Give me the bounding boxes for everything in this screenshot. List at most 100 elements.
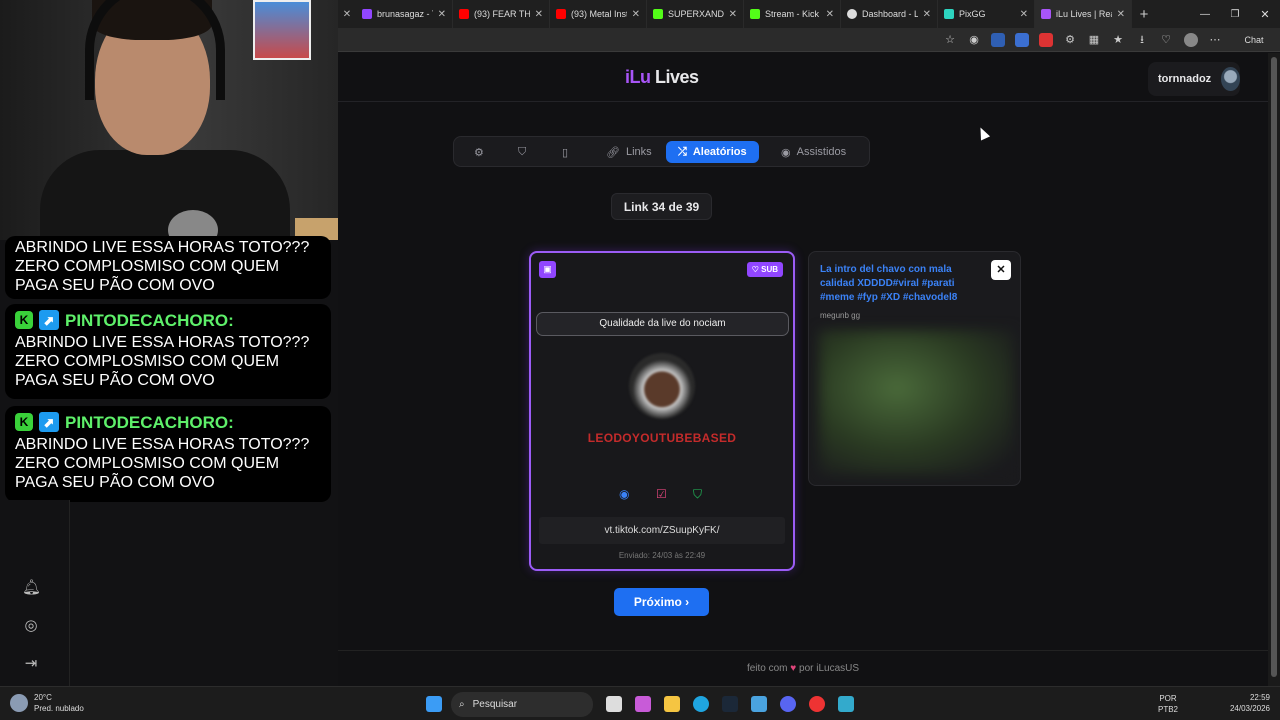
webcam-feed (0, 0, 338, 240)
browser-tab[interactable]: Dashboard - Liv✕ (841, 0, 938, 28)
close-icon[interactable]: ✕ (826, 9, 834, 20)
app-icon[interactable] (838, 696, 854, 712)
puzzle-icon[interactable]: ⚙ (1063, 33, 1077, 47)
browser-tab[interactable]: SUPERXANDAO✕ (647, 0, 744, 28)
rank-badge-icon: ⬈ (39, 310, 59, 330)
split-screen-icon[interactable]: ▦ (1087, 33, 1101, 47)
close-icon[interactable]: ✕ (535, 9, 543, 20)
check-square-icon[interactable]: ☑ (656, 487, 667, 501)
browser-tab[interactable]: (93) Metal Instru✕ (550, 0, 647, 28)
app-icon[interactable] (751, 696, 767, 712)
page-scrollbar[interactable] (1268, 53, 1280, 686)
browser-tab-active[interactable]: iLu Lives | React✕ (1035, 0, 1132, 28)
logout-icon[interactable]: ⇥ (22, 654, 40, 672)
star-icon[interactable]: ☆ (943, 33, 957, 47)
tab-settings[interactable]: ⚙ (462, 141, 496, 163)
tab-close-icon[interactable]: ✕ (338, 9, 356, 20)
tab-favicon-icon (847, 9, 857, 19)
browser-tab-strip: ✕ brunasagaz - Tw✕ (93) FEAR THE C✕ (93)… (338, 0, 1280, 28)
profile-avatar[interactable] (1184, 33, 1198, 47)
tab-links[interactable]: 🔗︎ Links (594, 141, 664, 163)
tab-saved[interactable]: ▯ (550, 141, 580, 163)
preview-thumbnail[interactable] (819, 330, 1014, 475)
close-icon[interactable]: ✕ (632, 9, 640, 20)
task-view-icon[interactable] (606, 696, 622, 712)
eye-icon[interactable]: ◉ (619, 487, 629, 501)
weather-widget[interactable]: 20°C Pred. nublado (10, 692, 84, 714)
avatar (629, 353, 695, 419)
window-close-icon[interactable]: ✕ (1250, 8, 1280, 21)
help-icon[interactable]: ◎ (22, 616, 40, 634)
bell-icon[interactable]: 🔔︎ (22, 578, 41, 596)
shuffle-icon: ⤮ (678, 145, 687, 158)
browser-tab[interactable]: (93) FEAR THE C✕ (453, 0, 550, 28)
search-icon: ⌕ (459, 699, 465, 710)
page-footer: feito com ♥ por iLucasUS (338, 650, 1268, 686)
favorites-icon[interactable]: ★ (1111, 33, 1125, 47)
weather-icon (10, 694, 28, 712)
sub-badge: ♡ SUB (746, 262, 783, 277)
sent-timestamp: Enviado: 24/03 às 22:49 (618, 551, 706, 560)
start-icon[interactable] (426, 696, 442, 712)
browser-tab[interactable]: brunasagaz - Tw✕ (356, 0, 453, 28)
sender-name: LEODOYOUTUBEBASED (587, 431, 737, 445)
copilot-chat-button[interactable]: Chat (1234, 33, 1274, 47)
health-icon[interactable]: ♡ (1159, 33, 1173, 47)
close-icon[interactable]: ✕ (991, 260, 1011, 280)
close-icon[interactable]: ✕ (438, 9, 446, 20)
preview-card: La intro del chavo con mala calidad XDDD… (808, 251, 1021, 486)
new-tab-icon[interactable]: + (1132, 6, 1156, 23)
chat-message: K ⬈ PINTODECACHORO: ABRINDO LIVE ESSA HO… (5, 406, 331, 502)
chat-message-text: ABRINDO LIVE ESSA HORAS TOTO??? ZERO COM… (15, 239, 310, 294)
close-icon[interactable]: ✕ (923, 9, 931, 20)
user-menu[interactable]: tornnadoz (1148, 62, 1240, 96)
more-icon[interactable]: ⋯ (1208, 33, 1222, 47)
preview-title[interactable]: La intro del chavo con mala calidad XDDD… (820, 263, 980, 305)
download-icon[interactable]: ⭳ (1135, 33, 1149, 47)
browser-tab[interactable]: Stream - Kick Da✕ (744, 0, 841, 28)
link-url[interactable]: vt.tiktok.com/ZSuupKyFK/ (539, 517, 785, 544)
tab-moderation[interactable]: ⛉ (506, 141, 538, 163)
minimize-icon[interactable]: — (1190, 9, 1220, 20)
system-clock[interactable]: 22:59 24/03/2026 (1230, 692, 1270, 714)
extension-icon[interactable] (1039, 33, 1053, 47)
link-counter: Link 34 de 39 (611, 193, 712, 220)
language-indicator[interactable]: POR PTB2 (1158, 693, 1178, 715)
headphones (85, 0, 225, 100)
copilot-icon[interactable] (635, 696, 651, 712)
tab-favicon-icon (556, 9, 566, 19)
chat-message: K ⬈ PINTODECACHORO: ABRINDO LIVE ESSA HO… (5, 304, 331, 399)
close-icon[interactable]: ✕ (729, 9, 737, 20)
tab-favicon-icon (362, 9, 372, 19)
translate-icon[interactable] (1015, 33, 1029, 47)
explorer-icon[interactable] (664, 696, 680, 712)
gear-icon: ⚙ (474, 146, 484, 159)
link-title: Qualidade da live do nociam (536, 312, 789, 336)
maximize-icon[interactable]: ❐ (1220, 9, 1250, 20)
app-icon[interactable] (809, 696, 825, 712)
app-header: iLu Lives tornnadoz (338, 53, 1268, 102)
username: tornnadoz (1158, 73, 1212, 85)
shield-icon[interactable]: ⛉ (693, 487, 702, 502)
extension-icon[interactable]: ◉ (967, 33, 981, 47)
heart-icon: ♥ (790, 663, 797, 674)
tab-watched[interactable]: ◉ Assistidos (769, 141, 858, 163)
close-icon[interactable]: ✕ (1117, 9, 1125, 20)
tab-random[interactable]: ⤮ Aleatórios (666, 141, 759, 163)
steam-icon[interactable] (722, 696, 738, 712)
close-icon[interactable]: ✕ (1020, 9, 1028, 20)
wall-poster (253, 0, 311, 60)
edge-icon[interactable] (693, 696, 709, 712)
link-icon: 🔗︎ (606, 146, 620, 159)
browser-tab[interactable]: PixGG ✕ (938, 0, 1035, 28)
preview-author: megunb gg (820, 311, 861, 320)
extension-icon[interactable] (991, 33, 1005, 47)
browser-toolbar: ☆ ◉ ⚙ ▦ ★ ⭳ ♡ ⋯ Chat (338, 28, 1280, 52)
discord-icon[interactable] (780, 696, 796, 712)
scrollbar-thumb[interactable] (1271, 57, 1277, 677)
next-button[interactable]: Próximo › (614, 588, 709, 616)
kick-icon: K (15, 311, 33, 329)
chat-message-text: ABRINDO LIVE ESSA HORAS TOTO??? ZERO COM… (15, 436, 310, 491)
search-box[interactable]: ⌕ Pesquisar (451, 692, 593, 717)
app-logo[interactable]: iLu Lives (625, 67, 699, 88)
